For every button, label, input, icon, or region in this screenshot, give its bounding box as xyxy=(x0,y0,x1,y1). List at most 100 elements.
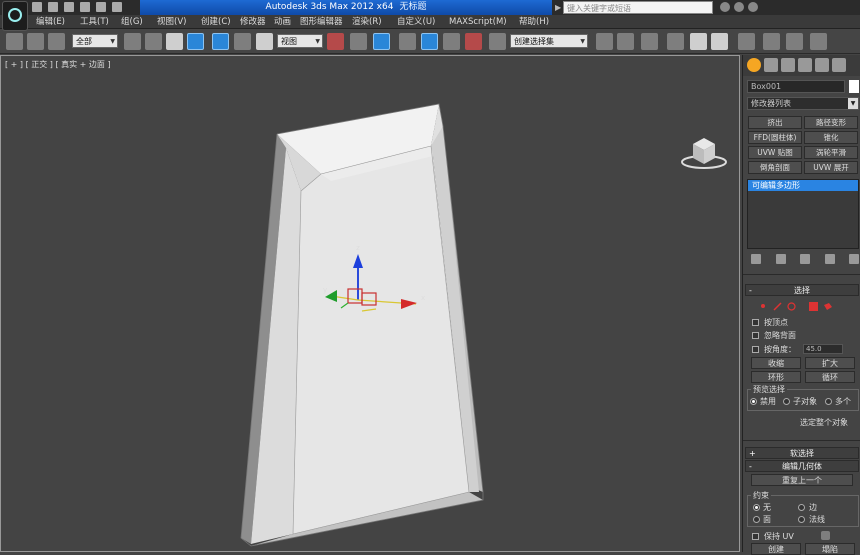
bind-space-warp-icon[interactable] xyxy=(48,33,65,50)
make-unique-icon[interactable] xyxy=(800,254,810,264)
preview-subobject-radio[interactable] xyxy=(783,398,790,405)
schematic-view-icon[interactable] xyxy=(711,33,728,50)
app-logo-icon[interactable] xyxy=(2,1,28,31)
motion-tab-icon[interactable] xyxy=(798,58,812,72)
modifier-button-taper[interactable]: 锥化 xyxy=(804,131,858,144)
redo-icon[interactable] xyxy=(96,2,106,12)
stack-item-editable-poly[interactable]: 可编辑多边形 xyxy=(748,180,858,191)
edge-mode-icon[interactable] xyxy=(773,302,782,311)
render-production-icon[interactable] xyxy=(810,33,827,50)
collapse-button[interactable]: 塌陷 xyxy=(805,543,855,555)
dropdown-icon[interactable] xyxy=(112,2,122,12)
object-color-swatch[interactable] xyxy=(849,80,859,93)
layer-manager-icon[interactable] xyxy=(641,33,658,50)
show-end-result-icon[interactable] xyxy=(775,254,786,264)
shrink-button[interactable]: 收缩 xyxy=(751,357,801,369)
border-mode-icon[interactable] xyxy=(787,302,796,311)
edit-geometry-rollout-title[interactable]: - 编辑几何体 xyxy=(745,460,859,472)
constraint-face-radio[interactable] xyxy=(753,516,760,523)
preserve-uv-checkbox[interactable] xyxy=(752,533,759,540)
modifier-button-bevel-profile[interactable]: 倒角剖面 xyxy=(748,161,802,174)
select-by-name-icon[interactable] xyxy=(145,33,162,50)
curve-editor-icon[interactable] xyxy=(690,33,707,50)
menu-views[interactable]: 视图(V) xyxy=(157,16,186,28)
loop-button[interactable]: 循环 xyxy=(805,371,855,383)
rectangular-selection-icon[interactable] xyxy=(166,33,183,50)
menu-rendering[interactable]: 渲染(R) xyxy=(352,16,382,28)
vertex-mode-icon[interactable] xyxy=(759,302,768,311)
angle-spinner[interactable]: 45.0 xyxy=(803,344,843,354)
select-object-icon[interactable] xyxy=(124,33,141,50)
graphite-toolbar-icon[interactable] xyxy=(667,33,684,50)
open-file-icon[interactable] xyxy=(48,2,58,12)
soft-selection-rollout-title[interactable]: + 软选择 xyxy=(745,447,859,459)
spinner-snap-icon[interactable] xyxy=(465,33,482,50)
menu-graph-editors[interactable]: 图形编辑器 xyxy=(300,16,343,28)
grow-button[interactable]: 扩大 xyxy=(805,357,855,369)
element-mode-icon[interactable] xyxy=(823,302,832,311)
create-tab-icon[interactable] xyxy=(747,58,761,72)
selection-rollout-title[interactable]: - 选择 xyxy=(745,284,859,296)
select-manipulate-icon[interactable] xyxy=(350,33,367,50)
modifier-button-uvw-map[interactable]: UVW 贴图 xyxy=(748,146,802,159)
remove-modifier-icon[interactable] xyxy=(824,254,835,264)
modifier-button-ffd-cyl[interactable]: FFD(圆柱体) xyxy=(748,131,802,144)
unlink-icon[interactable] xyxy=(27,33,44,50)
modifier-button-extrude[interactable]: 挤出 xyxy=(748,116,802,129)
hierarchy-tab-icon[interactable] xyxy=(781,58,795,72)
selection-filter-dropdown[interactable]: 全部 xyxy=(72,34,118,48)
configure-modifier-sets-icon[interactable] xyxy=(849,254,859,264)
create-button[interactable]: 创建 xyxy=(751,543,801,555)
pivot-center-icon[interactable] xyxy=(327,33,344,50)
preview-disable-radio[interactable] xyxy=(750,398,757,405)
keyboard-shortcut-override-icon[interactable] xyxy=(373,33,390,50)
display-tab-icon[interactable] xyxy=(815,58,829,72)
snaps-toggle-icon[interactable] xyxy=(399,33,416,50)
binoculars-icon[interactable] xyxy=(720,2,730,12)
constraint-none-radio[interactable] xyxy=(753,504,760,511)
menu-maxscript[interactable]: MAXScript(M) xyxy=(449,16,507,28)
by-vertex-checkbox[interactable] xyxy=(752,319,759,326)
utilities-tab-icon[interactable] xyxy=(832,58,846,72)
select-scale-icon[interactable] xyxy=(256,33,273,50)
menu-group[interactable]: 组(G) xyxy=(121,16,143,28)
viewcube-icon[interactable] xyxy=(679,132,729,172)
percent-snap-icon[interactable] xyxy=(443,33,460,50)
menu-create[interactable]: 创建(C) xyxy=(201,16,231,28)
align-icon[interactable] xyxy=(617,33,634,50)
search-arrow-icon[interactable]: ▶ xyxy=(555,3,561,12)
undo-icon[interactable] xyxy=(80,2,90,12)
edit-named-selection-icon[interactable] xyxy=(489,33,506,50)
object-name-field[interactable]: Box001 xyxy=(747,80,845,93)
material-editor-icon[interactable] xyxy=(738,33,755,50)
reference-coordinate-dropdown[interactable]: 视图 xyxy=(277,34,323,48)
menu-help[interactable]: 帮助(H) xyxy=(519,16,549,28)
constraint-normal-radio[interactable] xyxy=(798,516,805,523)
rendered-frame-window-icon[interactable] xyxy=(786,33,803,50)
link-icon[interactable] xyxy=(6,33,23,50)
menu-customize[interactable]: 自定义(U) xyxy=(397,16,435,28)
polygon-mode-icon[interactable] xyxy=(809,302,818,311)
perspective-viewport[interactable]: [ + ] [ 正交 ] [ 真实 + 边面 ] z x y xyxy=(0,55,740,552)
angle-snap-icon[interactable] xyxy=(421,33,438,50)
modifier-button-unwrap-uvw[interactable]: UVW 展开 xyxy=(804,161,858,174)
menu-modifiers[interactable]: 修改器 xyxy=(240,16,266,28)
mirror-icon[interactable] xyxy=(596,33,613,50)
by-angle-checkbox[interactable] xyxy=(752,346,759,353)
menu-edit[interactable]: 编辑(E) xyxy=(36,16,65,28)
ring-button[interactable]: 环形 xyxy=(751,371,801,383)
preview-multi-radio[interactable] xyxy=(825,398,832,405)
ignore-backfacing-checkbox[interactable] xyxy=(752,332,759,339)
preserve-uv-settings-icon[interactable] xyxy=(821,531,830,540)
new-file-icon[interactable] xyxy=(32,2,42,12)
modifier-button-path-deform[interactable]: 路径变形 xyxy=(804,116,858,129)
star-icon[interactable] xyxy=(734,2,744,12)
select-move-icon[interactable] xyxy=(212,33,229,50)
modifier-button-turbosmooth[interactable]: 涡轮平滑 xyxy=(804,146,858,159)
search-input[interactable]: 键入关键字或短语 xyxy=(563,1,713,14)
modify-tab-icon[interactable] xyxy=(764,58,778,72)
repeat-last-button[interactable]: 重复上一个 xyxy=(751,474,853,486)
help-icon[interactable] xyxy=(748,2,758,12)
render-setup-icon[interactable] xyxy=(763,33,780,50)
pin-stack-icon[interactable] xyxy=(751,254,761,264)
